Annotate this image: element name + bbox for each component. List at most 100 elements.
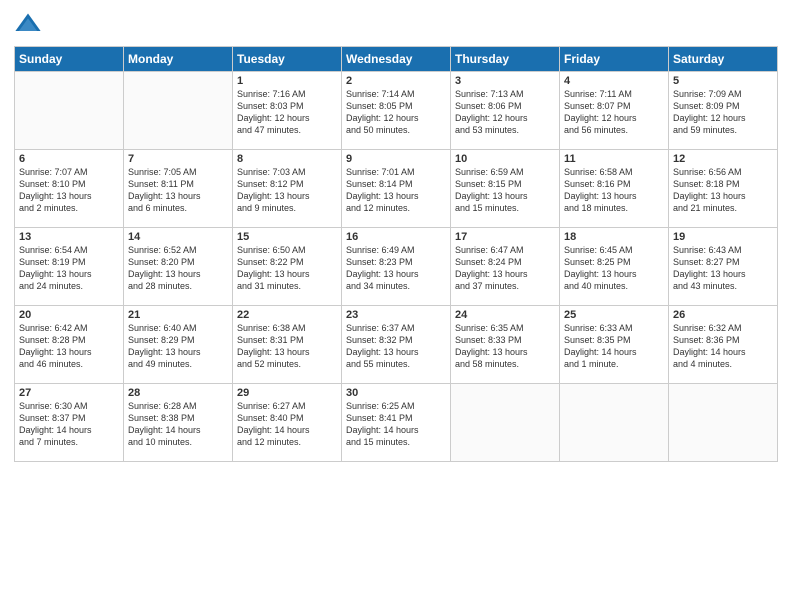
calendar-cell: 8Sunrise: 7:03 AM Sunset: 8:12 PM Daylig… [233, 150, 342, 228]
day-info: Sunrise: 6:49 AM Sunset: 8:23 PM Dayligh… [346, 244, 446, 293]
page-container: SundayMondayTuesdayWednesdayThursdayFrid… [0, 0, 792, 612]
day-info: Sunrise: 6:37 AM Sunset: 8:32 PM Dayligh… [346, 322, 446, 371]
day-info: Sunrise: 7:03 AM Sunset: 8:12 PM Dayligh… [237, 166, 337, 215]
day-info: Sunrise: 6:47 AM Sunset: 8:24 PM Dayligh… [455, 244, 555, 293]
day-number: 23 [346, 309, 446, 321]
logo [14, 10, 44, 38]
calendar-cell: 13Sunrise: 6:54 AM Sunset: 8:19 PM Dayli… [15, 228, 124, 306]
day-number: 24 [455, 309, 555, 321]
calendar-cell: 24Sunrise: 6:35 AM Sunset: 8:33 PM Dayli… [451, 306, 560, 384]
calendar-table: SundayMondayTuesdayWednesdayThursdayFrid… [14, 46, 778, 462]
day-info: Sunrise: 7:05 AM Sunset: 8:11 PM Dayligh… [128, 166, 228, 215]
calendar-cell [669, 384, 778, 462]
header [14, 10, 778, 38]
calendar-cell: 19Sunrise: 6:43 AM Sunset: 8:27 PM Dayli… [669, 228, 778, 306]
day-number: 9 [346, 153, 446, 165]
calendar-header-saturday: Saturday [669, 47, 778, 72]
calendar-header-tuesday: Tuesday [233, 47, 342, 72]
calendar-cell: 26Sunrise: 6:32 AM Sunset: 8:36 PM Dayli… [669, 306, 778, 384]
day-number: 12 [673, 153, 773, 165]
calendar-cell: 15Sunrise: 6:50 AM Sunset: 8:22 PM Dayli… [233, 228, 342, 306]
day-number: 16 [346, 231, 446, 243]
logo-icon [14, 10, 42, 38]
day-number: 8 [237, 153, 337, 165]
calendar-cell: 2Sunrise: 7:14 AM Sunset: 8:05 PM Daylig… [342, 72, 451, 150]
calendar-cell: 3Sunrise: 7:13 AM Sunset: 8:06 PM Daylig… [451, 72, 560, 150]
day-info: Sunrise: 6:30 AM Sunset: 8:37 PM Dayligh… [19, 400, 119, 449]
calendar-cell: 30Sunrise: 6:25 AM Sunset: 8:41 PM Dayli… [342, 384, 451, 462]
day-info: Sunrise: 6:58 AM Sunset: 8:16 PM Dayligh… [564, 166, 664, 215]
day-info: Sunrise: 7:09 AM Sunset: 8:09 PM Dayligh… [673, 88, 773, 137]
day-info: Sunrise: 6:33 AM Sunset: 8:35 PM Dayligh… [564, 322, 664, 371]
day-info: Sunrise: 6:32 AM Sunset: 8:36 PM Dayligh… [673, 322, 773, 371]
day-info: Sunrise: 7:11 AM Sunset: 8:07 PM Dayligh… [564, 88, 664, 137]
calendar-week-3: 13Sunrise: 6:54 AM Sunset: 8:19 PM Dayli… [15, 228, 778, 306]
day-info: Sunrise: 6:42 AM Sunset: 8:28 PM Dayligh… [19, 322, 119, 371]
day-number: 29 [237, 387, 337, 399]
calendar-week-2: 6Sunrise: 7:07 AM Sunset: 8:10 PM Daylig… [15, 150, 778, 228]
day-info: Sunrise: 6:54 AM Sunset: 8:19 PM Dayligh… [19, 244, 119, 293]
day-number: 1 [237, 75, 337, 87]
day-info: Sunrise: 7:07 AM Sunset: 8:10 PM Dayligh… [19, 166, 119, 215]
calendar-header-row: SundayMondayTuesdayWednesdayThursdayFrid… [15, 47, 778, 72]
day-number: 19 [673, 231, 773, 243]
calendar-cell: 9Sunrise: 7:01 AM Sunset: 8:14 PM Daylig… [342, 150, 451, 228]
calendar-cell: 6Sunrise: 7:07 AM Sunset: 8:10 PM Daylig… [15, 150, 124, 228]
calendar-cell [124, 72, 233, 150]
calendar-cell: 27Sunrise: 6:30 AM Sunset: 8:37 PM Dayli… [15, 384, 124, 462]
calendar-cell: 25Sunrise: 6:33 AM Sunset: 8:35 PM Dayli… [560, 306, 669, 384]
day-number: 30 [346, 387, 446, 399]
day-info: Sunrise: 7:16 AM Sunset: 8:03 PM Dayligh… [237, 88, 337, 137]
day-info: Sunrise: 6:43 AM Sunset: 8:27 PM Dayligh… [673, 244, 773, 293]
day-info: Sunrise: 7:13 AM Sunset: 8:06 PM Dayligh… [455, 88, 555, 137]
day-number: 6 [19, 153, 119, 165]
day-number: 15 [237, 231, 337, 243]
day-number: 2 [346, 75, 446, 87]
day-number: 28 [128, 387, 228, 399]
calendar-cell: 20Sunrise: 6:42 AM Sunset: 8:28 PM Dayli… [15, 306, 124, 384]
calendar-header-sunday: Sunday [15, 47, 124, 72]
day-number: 26 [673, 309, 773, 321]
day-info: Sunrise: 7:01 AM Sunset: 8:14 PM Dayligh… [346, 166, 446, 215]
day-info: Sunrise: 6:38 AM Sunset: 8:31 PM Dayligh… [237, 322, 337, 371]
day-number: 14 [128, 231, 228, 243]
calendar-week-1: 1Sunrise: 7:16 AM Sunset: 8:03 PM Daylig… [15, 72, 778, 150]
day-number: 17 [455, 231, 555, 243]
calendar-cell: 29Sunrise: 6:27 AM Sunset: 8:40 PM Dayli… [233, 384, 342, 462]
calendar-cell: 7Sunrise: 7:05 AM Sunset: 8:11 PM Daylig… [124, 150, 233, 228]
day-info: Sunrise: 6:59 AM Sunset: 8:15 PM Dayligh… [455, 166, 555, 215]
day-info: Sunrise: 6:52 AM Sunset: 8:20 PM Dayligh… [128, 244, 228, 293]
calendar-cell: 11Sunrise: 6:58 AM Sunset: 8:16 PM Dayli… [560, 150, 669, 228]
calendar-cell: 22Sunrise: 6:38 AM Sunset: 8:31 PM Dayli… [233, 306, 342, 384]
day-info: Sunrise: 6:40 AM Sunset: 8:29 PM Dayligh… [128, 322, 228, 371]
calendar-cell: 23Sunrise: 6:37 AM Sunset: 8:32 PM Dayli… [342, 306, 451, 384]
day-info: Sunrise: 6:28 AM Sunset: 8:38 PM Dayligh… [128, 400, 228, 449]
calendar-cell: 10Sunrise: 6:59 AM Sunset: 8:15 PM Dayli… [451, 150, 560, 228]
calendar-cell: 14Sunrise: 6:52 AM Sunset: 8:20 PM Dayli… [124, 228, 233, 306]
day-info: Sunrise: 6:27 AM Sunset: 8:40 PM Dayligh… [237, 400, 337, 449]
day-number: 10 [455, 153, 555, 165]
calendar-header-wednesday: Wednesday [342, 47, 451, 72]
day-info: Sunrise: 6:45 AM Sunset: 8:25 PM Dayligh… [564, 244, 664, 293]
calendar-cell [560, 384, 669, 462]
calendar-cell: 18Sunrise: 6:45 AM Sunset: 8:25 PM Dayli… [560, 228, 669, 306]
calendar-cell: 5Sunrise: 7:09 AM Sunset: 8:09 PM Daylig… [669, 72, 778, 150]
day-number: 22 [237, 309, 337, 321]
day-number: 20 [19, 309, 119, 321]
day-number: 18 [564, 231, 664, 243]
day-info: Sunrise: 6:50 AM Sunset: 8:22 PM Dayligh… [237, 244, 337, 293]
day-number: 11 [564, 153, 664, 165]
day-number: 21 [128, 309, 228, 321]
day-info: Sunrise: 7:14 AM Sunset: 8:05 PM Dayligh… [346, 88, 446, 137]
day-number: 7 [128, 153, 228, 165]
day-number: 4 [564, 75, 664, 87]
calendar-cell [15, 72, 124, 150]
day-info: Sunrise: 6:56 AM Sunset: 8:18 PM Dayligh… [673, 166, 773, 215]
calendar-cell: 4Sunrise: 7:11 AM Sunset: 8:07 PM Daylig… [560, 72, 669, 150]
calendar-cell: 16Sunrise: 6:49 AM Sunset: 8:23 PM Dayli… [342, 228, 451, 306]
day-number: 27 [19, 387, 119, 399]
day-number: 3 [455, 75, 555, 87]
calendar-cell: 17Sunrise: 6:47 AM Sunset: 8:24 PM Dayli… [451, 228, 560, 306]
calendar-cell: 21Sunrise: 6:40 AM Sunset: 8:29 PM Dayli… [124, 306, 233, 384]
calendar-header-monday: Monday [124, 47, 233, 72]
